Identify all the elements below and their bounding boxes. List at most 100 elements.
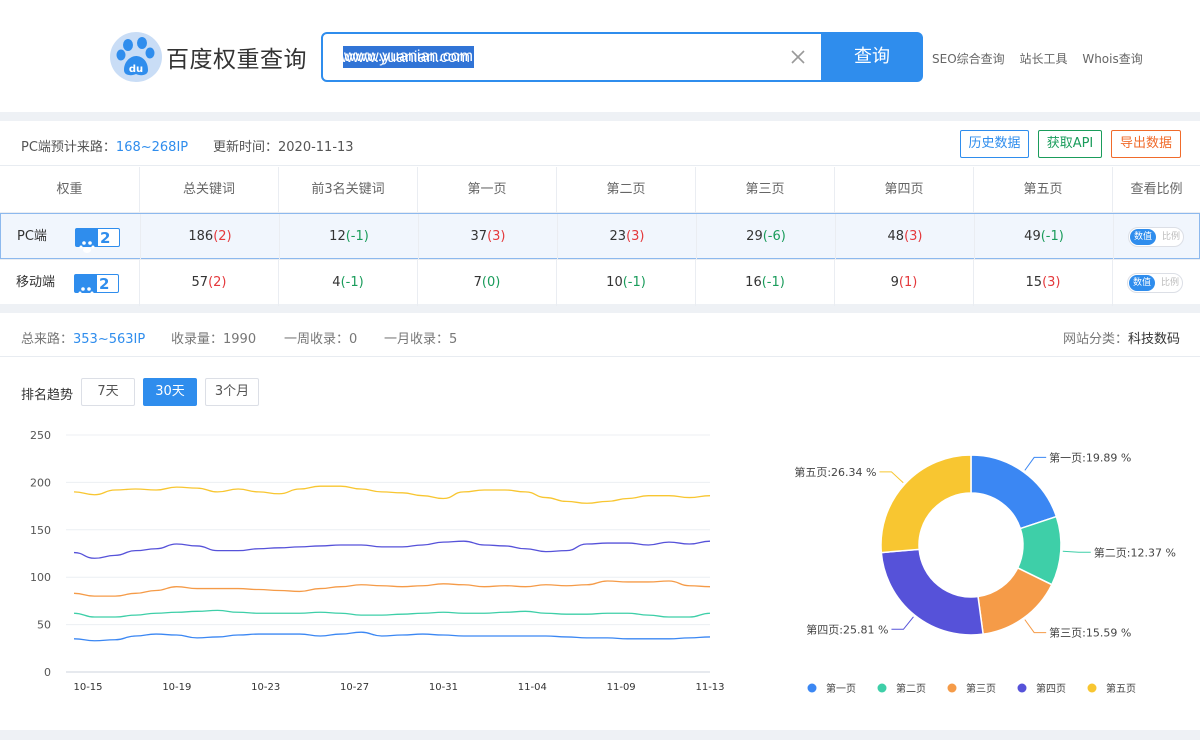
column-header: 第一页 <box>418 167 557 213</box>
cell-value: 23 <box>609 229 627 244</box>
site-header: du 百度权重查询 www.yuanian.com 查询 SEO综合查询 站长工… <box>0 0 1200 112</box>
search-box: www.yuanian.com 查询 <box>321 32 923 82</box>
x-tick-label: 10-15 <box>73 682 102 693</box>
indexed-value: 1990 <box>223 332 257 347</box>
cell-value: 37 <box>470 229 488 244</box>
toggle-ratio-option[interactable]: 比例 <box>1158 275 1182 291</box>
cell-delta: (-1) <box>761 275 785 290</box>
whois-link[interactable]: Whois查询 <box>1082 52 1142 66</box>
paw-icon <box>75 275 97 299</box>
total-source-value: 353~563IP <box>73 332 146 347</box>
toggle-value-option[interactable]: 数值 <box>1129 275 1155 291</box>
y-tick-label: 150 <box>30 524 51 537</box>
site-category-value: 科技数码 <box>1128 332 1181 347</box>
search-input[interactable] <box>341 46 771 70</box>
stats-bar: 总来路：353~563IP 收录量：1990 一周收录：0 一月收录：5 网站分… <box>0 313 1200 357</box>
weight-panel: PC端预计来路：168~268IP 更新时间：2020-11-13 历史数据 获… <box>0 121 1200 306</box>
x-tick-label: 11-09 <box>607 682 636 693</box>
legend-label: 第一页 <box>826 682 856 695</box>
series-line-3 <box>73 580 711 597</box>
column-header: 查看比例 <box>1130 182 1183 197</box>
site-title[interactable]: 百度权重查询 <box>166 40 307 74</box>
cell-value: 29 <box>746 229 763 244</box>
column-header: 总关键词 <box>140 167 279 213</box>
cell-delta: (2) <box>213 229 232 244</box>
site-category: 网站分类：科技数码 <box>1063 328 1180 347</box>
update-value: 2020-11-13 <box>278 140 354 155</box>
x-tick-label: 11-04 <box>518 682 547 693</box>
cell-delta: (-6) <box>762 229 786 244</box>
cell-delta: (0) <box>481 275 501 290</box>
baidu-paw-logo-icon[interactable]: du <box>110 32 162 82</box>
cell-value: 9 <box>890 275 899 290</box>
table-cell: 12(-1) <box>280 214 419 260</box>
update-time: 更新时间：2020-11-13 <box>213 136 354 155</box>
month-indexed-label: 一月收录： <box>384 332 450 347</box>
trend-panel: 总来路：353~563IP 收录量：1990 一周收录：0 一月收录：5 网站分… <box>0 313 1200 730</box>
baidu-weight-badge[interactable]: 2 <box>74 274 119 299</box>
baidu-weight-badge[interactable]: 2 <box>75 228 120 253</box>
series-line-5 <box>73 485 711 504</box>
toggle-ratio-option[interactable]: 比例 <box>1159 229 1183 245</box>
donut-slice <box>880 454 972 554</box>
table-cell: 16(-1) <box>696 260 835 306</box>
cell-value: 186 <box>188 229 214 244</box>
pc-source-label: PC端预计来路： <box>21 140 116 155</box>
svg-text:du: du <box>129 64 143 75</box>
cell-delta: (1) <box>898 275 918 290</box>
legend-marker <box>947 683 957 693</box>
get-api-button[interactable]: 获取API <box>1038 130 1102 158</box>
close-icon[interactable] <box>789 48 807 66</box>
seo-link[interactable]: SEO综合查询 <box>932 52 1005 66</box>
toggle-value-option[interactable]: 数值 <box>1130 229 1156 245</box>
legend-label: 第二页 <box>896 682 926 695</box>
cell-delta: (-1) <box>340 275 364 290</box>
x-tick-label: 11-13 <box>695 682 724 693</box>
table-row-mobile[interactable]: 移动端 2 57(2) 4(-1) 7(0) 10(-1) 16(-1) 9(1) 15(3) 数… <box>0 259 1200 306</box>
week-indexed-value: 0 <box>349 332 358 347</box>
row-label: PC端 2 <box>1 214 141 260</box>
label-leader-line <box>1024 619 1047 634</box>
legend-label: 第三页 <box>966 682 996 695</box>
y-tick-label: 100 <box>30 571 51 584</box>
table-cell: 15(3) <box>974 260 1113 306</box>
value-ratio-toggle[interactable]: 数值 比例 <box>1127 273 1183 293</box>
table-cell: 10(-1) <box>557 260 696 306</box>
weight-value: 2 <box>100 229 111 247</box>
table-cell: 48(3) <box>836 214 975 260</box>
range-7d-button[interactable]: 7天 <box>81 378 135 406</box>
value-ratio-toggle[interactable]: 数值 比例 <box>1128 227 1184 247</box>
ratio-cell: 数值 比例 <box>1114 214 1200 260</box>
table-header: 权重 总关键词 前3名关键词 第一页 第二页 第三页 第四页 第五页 查看比例 <box>0 167 1200 213</box>
update-label: 更新时间： <box>213 140 279 155</box>
cell-value: 15 <box>1025 275 1043 290</box>
pc-source-value: 168~268IP <box>115 140 189 155</box>
cell-value: 48 <box>887 229 905 244</box>
webmaster-tools-link[interactable]: 站长工具 <box>1019 52 1067 66</box>
export-data-button[interactable]: 导出数据 <box>1111 130 1181 158</box>
cell-value: 49 <box>1024 229 1041 244</box>
search-button[interactable]: 查询 <box>821 32 923 82</box>
range-3m-button[interactable]: 3个月 <box>205 378 259 406</box>
weight-value: 2 <box>99 275 110 293</box>
y-tick-label: 250 <box>30 429 51 442</box>
donut-slice <box>970 454 1058 530</box>
history-data-button[interactable]: 历史数据 <box>960 130 1029 158</box>
y-tick-label: 50 <box>37 619 51 632</box>
legend-label: 第五页 <box>1106 682 1136 695</box>
table-cell: 23(3) <box>558 214 697 260</box>
cell-value: 7 <box>473 275 482 290</box>
rank-trend-line-chart: 0 50 100 150 200 250 10-15 10-19 10-23 10-27 10-31… <box>30 429 725 693</box>
table-row-pc[interactable]: PC端 2 186(2) 12(-1) 37 (3) 23(3) 29(-6) 48(3) 49(… <box>0 213 1200 260</box>
column-header: 第三页 <box>696 167 835 213</box>
row-label: 移动端 2 <box>0 260 140 306</box>
donut-slice <box>880 548 984 636</box>
table-cell: 7(0) <box>418 260 557 306</box>
table-cell: 49(-1) <box>975 214 1114 260</box>
range-30d-button[interactable]: 30天 <box>143 378 197 406</box>
legend-marker <box>807 683 817 693</box>
label-leader-line <box>1062 550 1091 553</box>
cell-delta: (3) <box>904 229 923 244</box>
legend-marker <box>1087 683 1097 693</box>
table-cell: 9(1) <box>835 260 974 306</box>
